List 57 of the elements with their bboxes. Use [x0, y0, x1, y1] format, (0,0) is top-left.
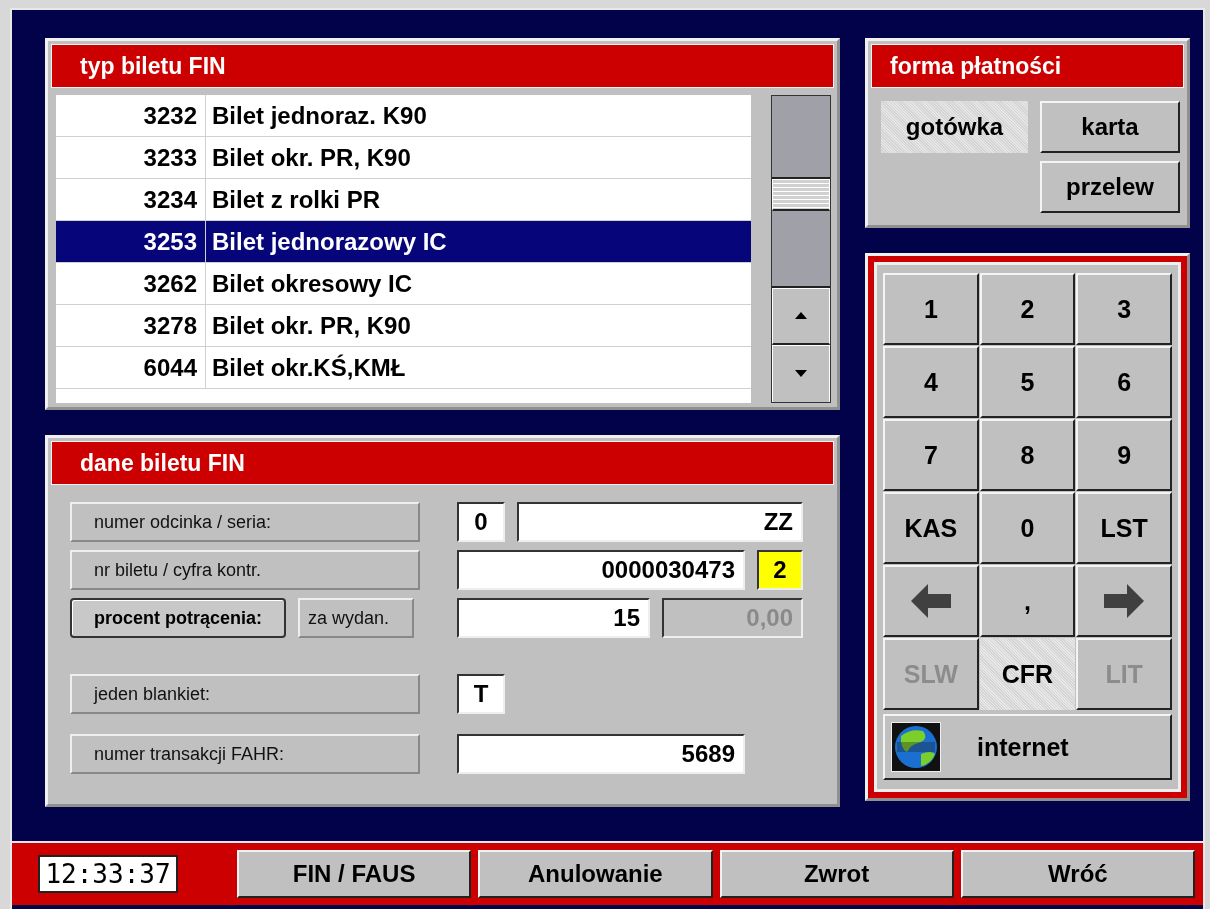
keypad-key[interactable]: 1	[883, 273, 979, 345]
keypad-key[interactable]	[1076, 565, 1172, 637]
scroll-thumb[interactable]	[772, 178, 830, 212]
payment-option[interactable]: przelew	[1040, 161, 1180, 213]
down-arrow-icon	[795, 370, 808, 378]
input-field[interactable]: 15	[457, 598, 650, 638]
payment-option[interactable]: gotówka	[881, 101, 1028, 153]
scroll-up-button[interactable]	[772, 287, 830, 345]
input-field[interactable]: T	[457, 674, 505, 714]
field-label: jeden blankiet:	[70, 674, 420, 714]
keypad-key[interactable]	[883, 565, 979, 637]
footer-button[interactable]: Wróć	[960, 850, 1195, 898]
panel-title: dane biletu FIN	[51, 441, 834, 485]
ticket-type-row[interactable]: 3233 Bilet okr. PR, K90	[56, 137, 752, 179]
payment-option[interactable]: karta	[1040, 101, 1180, 153]
ticket-type-row[interactable]: 3234 Bilet z rolki PR	[56, 179, 752, 221]
right-arrow-icon	[1104, 584, 1145, 618]
field-label: za wydan.	[298, 598, 414, 638]
keypad-key[interactable]: 2	[979, 273, 1076, 345]
ticket-type-row[interactable]: 3278 Bilet okr. PR, K90	[56, 305, 752, 347]
input-field[interactable]: 2	[757, 550, 803, 590]
ticket-type-row[interactable]: 3262 Bilet okresowy IC	[56, 263, 752, 305]
panel-title: forma płatności	[871, 44, 1184, 88]
keypad-key[interactable]: 4	[883, 346, 979, 418]
keypad-key[interactable]: 6	[1076, 346, 1172, 418]
field-label: numer odcinka / seria:	[70, 502, 420, 542]
keypad-key[interactable]: 3	[1076, 273, 1172, 345]
keypad-key[interactable]: ,	[979, 565, 1076, 637]
field-label: nr biletu / cyfra kontr.	[70, 550, 420, 590]
input-field[interactable]: 0	[457, 502, 505, 542]
internet-button[interactable]: internet	[883, 714, 1172, 780]
footer-button[interactable]: Anulowanie	[478, 850, 713, 898]
keypad-key[interactable]: CFR	[979, 638, 1076, 710]
panel-title: typ biletu FIN	[51, 44, 834, 88]
keypad-key[interactable]: 9	[1076, 419, 1172, 491]
input-field[interactable]: ZZ	[517, 502, 803, 542]
footer-button[interactable]: Zwrot	[719, 850, 954, 898]
input-field[interactable]: 0000030473	[457, 550, 745, 590]
scroll-down-button[interactable]	[772, 344, 830, 402]
ticket-type-row[interactable]: 3232 Bilet jednoraz. K90	[56, 95, 752, 137]
ticket-type-row[interactable]: 3253 Bilet jednorazowy IC	[56, 221, 752, 263]
keypad-key[interactable]: KAS	[883, 492, 979, 564]
keypad-key[interactable]: 8	[979, 419, 1076, 491]
scrollbar[interactable]	[771, 95, 831, 403]
footer-button[interactable]: FIN / FAUS	[237, 850, 472, 898]
field-label: numer transakcji FAHR:	[70, 734, 420, 774]
left-arrow-icon	[910, 584, 951, 618]
globe-icon	[891, 722, 941, 772]
keypad-key[interactable]: LST	[1076, 492, 1172, 564]
clock-display: 12:33:37	[38, 855, 178, 893]
input-field[interactable]: 5689	[457, 734, 745, 774]
keypad-key[interactable]: 0	[979, 492, 1076, 564]
deduction-button[interactable]: procent potrącenia:	[70, 598, 286, 638]
keypad-key[interactable]: 7	[883, 419, 979, 491]
up-arrow-icon	[795, 312, 808, 320]
ticket-type-row[interactable]: 6044 Bilet okr.KŚ,KMŁ	[56, 347, 752, 389]
keypad-key[interactable]: 5	[979, 346, 1076, 418]
